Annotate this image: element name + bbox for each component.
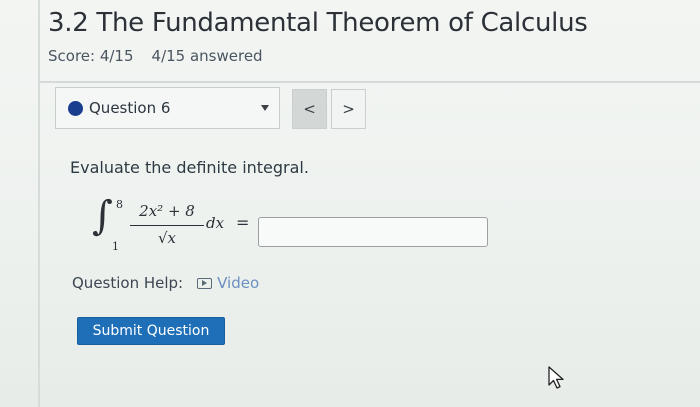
- score-summary: Score: 4/15 4/15 answered: [48, 47, 263, 65]
- question-selector[interactable]: Question 6: [55, 87, 280, 129]
- page-title: 3.2 The Fundamental Theorem of Calculus: [48, 8, 588, 38]
- integral-expression: ∫ 8 1 2x² + 8 √x dx =: [92, 193, 262, 268]
- previous-question-button[interactable]: <: [292, 89, 327, 129]
- mouse-cursor-icon: [548, 366, 564, 389]
- video-help-link[interactable]: Video: [197, 274, 259, 292]
- chevron-left-icon: <: [303, 100, 316, 118]
- question-prompt: Evaluate the definite integral.: [70, 158, 309, 177]
- integral-lower-limit: 1: [112, 240, 119, 253]
- answer-input[interactable]: [258, 217, 488, 247]
- submit-question-button[interactable]: Submit Question: [77, 317, 225, 345]
- fraction-bar: [130, 225, 204, 226]
- integrand-numerator: 2x² + 8: [139, 202, 195, 220]
- integral-upper-limit: 8: [116, 198, 123, 211]
- header-divider: [40, 81, 700, 83]
- question-help: Question Help: Video: [72, 274, 259, 292]
- score-text: Score: 4/15: [48, 47, 134, 65]
- chevron-down-icon: [261, 105, 269, 111]
- next-question-button[interactable]: >: [331, 89, 366, 129]
- integral-sign-icon: ∫: [92, 193, 113, 239]
- question-status-dot-icon: [68, 101, 83, 116]
- assignment-header: 3.2 The Fundamental Theorem of Calculus …: [0, 0, 700, 80]
- integral-differential: dx: [206, 214, 225, 232]
- page-background: 3.2 The Fundamental Theorem of Calculus …: [0, 0, 700, 407]
- chevron-right-icon: >: [342, 100, 355, 118]
- equals-sign: =: [236, 213, 250, 232]
- video-link-label: Video: [217, 274, 260, 292]
- question-help-label: Question Help:: [72, 274, 184, 292]
- question-selector-label: Question 6: [89, 99, 171, 117]
- integrand-denominator: √x: [157, 229, 177, 247]
- video-play-icon: [197, 277, 213, 289]
- answered-count: 4/15 answered: [151, 47, 263, 65]
